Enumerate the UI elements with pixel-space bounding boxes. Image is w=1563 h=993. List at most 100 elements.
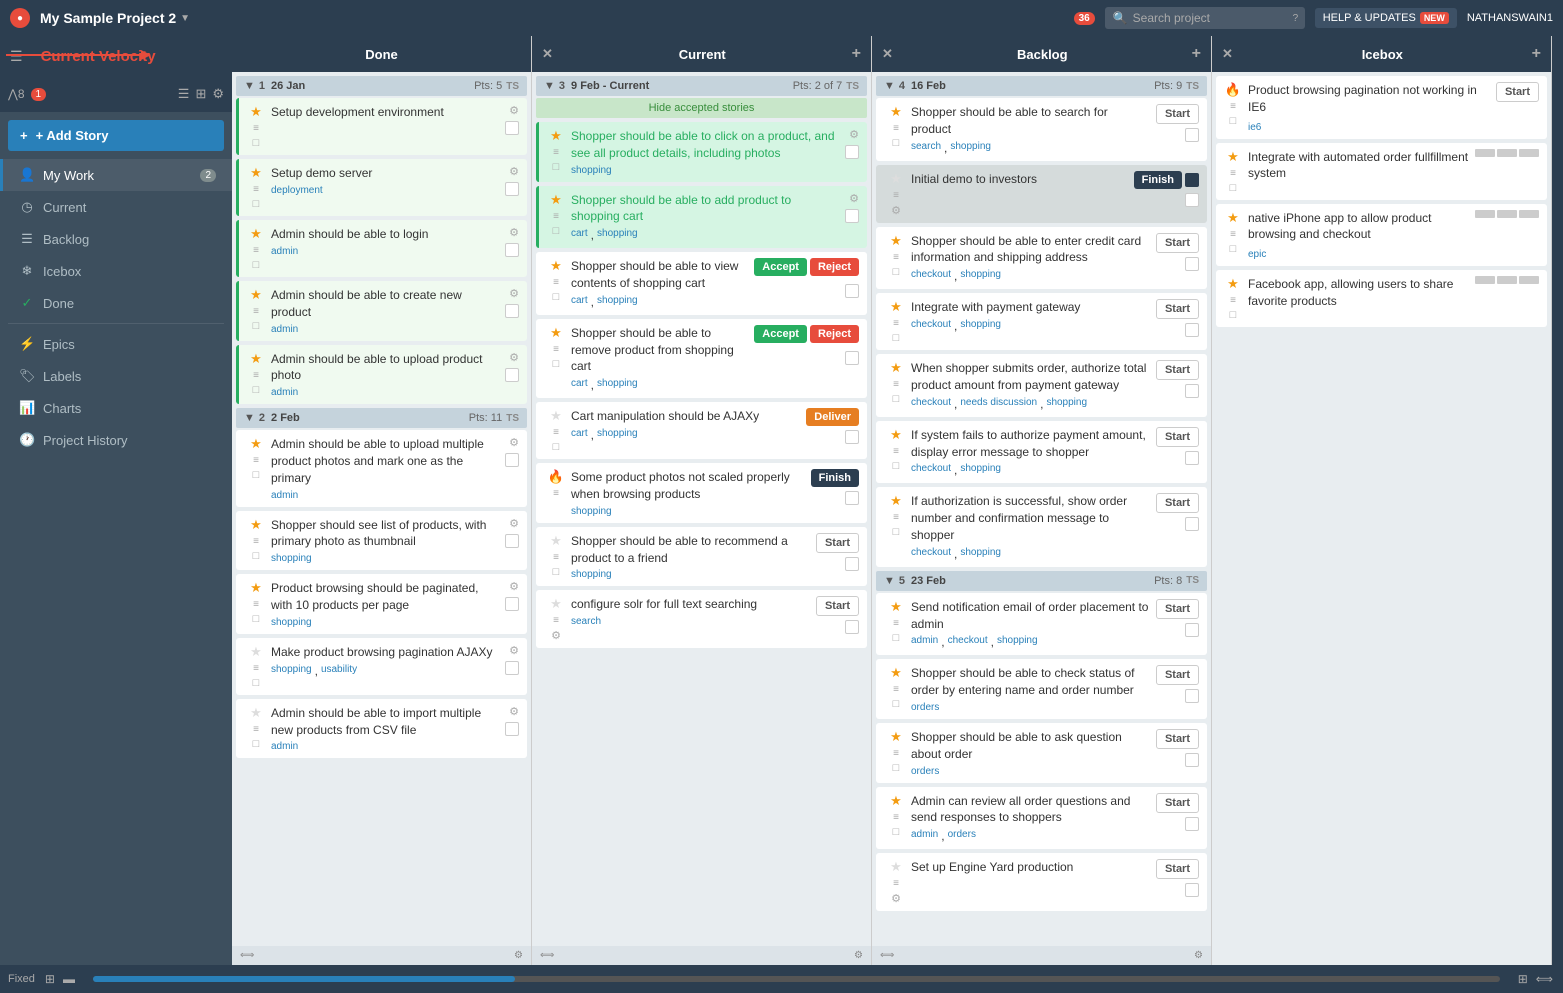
story-tag[interactable]: shopping — [960, 547, 1001, 561]
story-tag[interactable]: checkout — [911, 547, 951, 561]
star-icon[interactable]: ★ — [890, 493, 902, 509]
start-button[interactable]: Start — [816, 533, 859, 553]
story-tag[interactable]: shopping — [960, 269, 1001, 283]
start-button[interactable]: Start — [816, 596, 859, 616]
backlog-col-add[interactable]: + — [1192, 45, 1201, 63]
star-icon[interactable]: ★ — [250, 104, 262, 120]
story-tag[interactable]: shopping — [271, 664, 312, 678]
list-view-icon[interactable]: ☰ — [178, 86, 190, 102]
story-tag[interactable]: checkout — [911, 463, 951, 477]
sidebar-item-charts[interactable]: 📊 Charts — [0, 392, 232, 424]
card-checkbox[interactable] — [505, 182, 519, 196]
card-gear-icon[interactable]: ⚙ — [509, 644, 519, 657]
star-icon[interactable]: ★ — [250, 580, 262, 596]
story-tag[interactable]: admin — [271, 246, 298, 257]
story-tag[interactable]: shopping — [597, 378, 638, 392]
sidebar-item-mywork[interactable]: 👤 My Work 2 — [0, 159, 232, 191]
star-icon[interactable]: ★ — [550, 192, 562, 208]
story-tag[interactable]: shopping — [571, 506, 612, 517]
story-tag[interactable]: usability — [321, 664, 357, 678]
iteration-2-header[interactable]: ▼ 2 2 Feb Pts: 11 TS — [236, 408, 527, 428]
star-icon[interactable]: ★ — [250, 165, 262, 181]
start-button[interactable]: Start — [1156, 599, 1199, 619]
card-checkbox[interactable] — [845, 491, 859, 505]
card-checkbox[interactable] — [505, 368, 519, 382]
star-icon[interactable]: ★ — [250, 351, 262, 367]
story-tag[interactable]: admin — [911, 635, 938, 649]
star-icon[interactable]: ★ — [250, 517, 262, 533]
story-tag[interactable]: shopping — [597, 428, 638, 442]
card-gear-icon[interactable]: ⚙ — [509, 165, 519, 178]
story-tag[interactable]: epic — [1248, 249, 1266, 260]
story-tag[interactable]: admin — [911, 829, 938, 843]
grid-view-icon[interactable]: ⊞ — [195, 86, 206, 102]
star-icon[interactable]: ★ — [250, 705, 262, 721]
card-checkbox[interactable] — [505, 534, 519, 548]
card-gear-icon[interactable]: ⚙ — [509, 580, 519, 593]
start-button[interactable]: Start — [1156, 233, 1199, 253]
story-tag[interactable]: orders — [911, 702, 939, 713]
card-checkbox[interactable] — [845, 145, 859, 159]
card-gear-icon[interactable]: ⚙ — [509, 351, 519, 364]
star-icon[interactable]: ★ — [890, 299, 902, 315]
bottom-expand-icon[interactable]: ⟺ — [1534, 970, 1555, 988]
star-icon[interactable]: ★ — [250, 226, 262, 242]
story-tag[interactable]: cart — [571, 295, 588, 309]
search-box[interactable]: 🔍 ? — [1105, 7, 1305, 29]
card-checkbox[interactable] — [505, 304, 519, 318]
story-tag[interactable]: admin — [271, 387, 298, 398]
start-button[interactable]: Start — [1156, 665, 1199, 685]
card-gear-icon[interactable]: ⚙ — [509, 436, 519, 449]
story-tag[interactable]: shopping — [950, 141, 991, 155]
card-checkbox[interactable] — [505, 453, 519, 467]
help-button[interactable]: HELP & UPDATES NEW — [1315, 8, 1457, 28]
card-checkbox[interactable] — [1185, 517, 1199, 531]
star-icon[interactable]: ★ — [890, 360, 902, 376]
start-button[interactable]: Start — [1156, 493, 1199, 513]
sidebar-item-project-history[interactable]: 🕐 Project History — [0, 424, 232, 456]
star-icon[interactable]: ★ — [250, 287, 262, 303]
card-checkbox[interactable] — [1185, 193, 1199, 207]
project-name[interactable]: My Sample Project 2 ▼ — [40, 10, 190, 26]
card-checkbox[interactable] — [1185, 883, 1199, 897]
story-tag[interactable]: checkout — [911, 397, 951, 411]
star-icon[interactable]: ★ — [550, 258, 562, 274]
story-tag[interactable]: shopping — [1046, 397, 1087, 411]
add-story-button[interactable]: + + Add Story — [8, 120, 224, 151]
footer-gear-icon[interactable]: ⚙ — [1194, 950, 1203, 961]
story-tag[interactable]: orders — [948, 829, 976, 843]
card-checkbox[interactable] — [505, 597, 519, 611]
finish-button[interactable]: Finish — [1134, 171, 1182, 189]
story-tag[interactable]: ie6 — [1248, 122, 1261, 133]
card-gear-icon[interactable]: ⚙ — [509, 287, 519, 300]
story-tag[interactable]: shopping — [960, 463, 1001, 477]
card-checkbox[interactable] — [505, 121, 519, 135]
sidebar-item-backlog[interactable]: ☰ Backlog — [0, 223, 232, 255]
sidebar-item-done[interactable]: ✓ Done — [0, 287, 232, 319]
sidebar-item-epics[interactable]: ⚡ Epics — [0, 328, 232, 360]
star-icon[interactable]: ★ — [1227, 276, 1239, 292]
star-icon[interactable]: ★ — [550, 128, 562, 144]
search-input[interactable] — [1133, 11, 1288, 25]
card-gear-icon[interactable]: ⚙ — [849, 192, 859, 205]
card-gear-icon[interactable]: ⚙ — [509, 104, 519, 117]
bottom-grid-icon[interactable]: ⊞ — [1516, 970, 1530, 988]
star-icon[interactable]: ★ — [890, 104, 902, 120]
card-checkbox[interactable] — [1185, 128, 1199, 142]
card-checkbox[interactable] — [505, 722, 519, 736]
icebox-col-add[interactable]: + — [1532, 45, 1541, 63]
card-checkbox[interactable] — [1185, 323, 1199, 337]
story-tag[interactable]: cart — [571, 228, 588, 242]
card-checkbox[interactable] — [845, 557, 859, 571]
star-icon[interactable]: ★ — [550, 533, 562, 549]
iteration-4-header[interactable]: ▼ 4 16 Feb Pts: 9 TS — [876, 76, 1207, 96]
story-tag[interactable]: deployment — [271, 185, 323, 196]
iteration-5-header[interactable]: ▼ 5 23 Feb Pts: 8 TS — [876, 571, 1207, 591]
backlog-col-close[interactable]: ✕ — [882, 46, 893, 62]
view-slider-icon[interactable]: ▬ — [61, 970, 77, 988]
star-icon[interactable]: ★ — [550, 408, 562, 424]
star-icon[interactable]: ★ — [890, 233, 902, 249]
settings-icon[interactable]: ⚙ — [212, 86, 224, 102]
footer-gear-icon[interactable]: ⚙ — [514, 950, 523, 961]
story-tag[interactable]: checkout — [911, 319, 951, 333]
